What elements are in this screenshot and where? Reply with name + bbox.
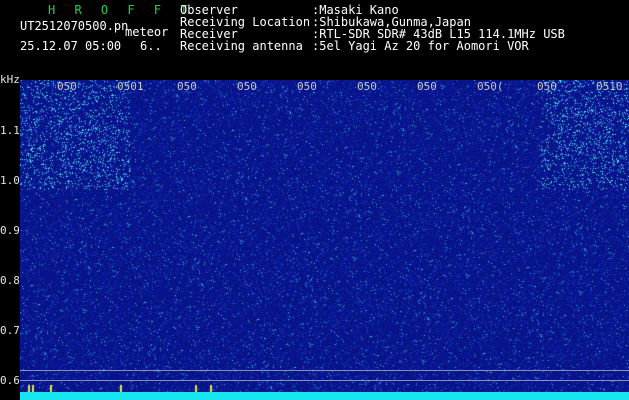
mode-label: meteor [125, 25, 169, 39]
time-tick-label: 050 [57, 80, 77, 93]
time-tick-label: 050 [357, 80, 377, 93]
y-tick-label: 1.0 [0, 174, 20, 187]
date-time: 25.12.07 05:00 [20, 39, 122, 53]
y-tick-label: 0.7 [0, 324, 20, 337]
time-tick-label: 050( [477, 80, 504, 93]
time-tick-label: 0501 [117, 80, 144, 93]
y-tick-label: 0.6 [0, 374, 20, 387]
time-tick-label: 0510 [596, 80, 623, 93]
y-tick-label: 0.9 [0, 224, 20, 237]
time-tick-label: 050 [177, 80, 197, 93]
file-name: UT2512070500.pn [20, 19, 129, 33]
antenna-value: :5el Yagi Az 20 for Aomori VOR [312, 39, 529, 53]
reference-line-upper [20, 370, 629, 371]
y-tick-label: 1.1 [0, 124, 20, 137]
time-tick-label: 050 [237, 80, 257, 93]
antenna-label: Receiving antenna [180, 39, 303, 53]
y-axis-unit: kHz [0, 73, 20, 86]
spectrogram-waterfall [20, 80, 629, 400]
time-tick-label: 050 [537, 80, 557, 93]
time-tick-label: 050 [297, 80, 317, 93]
time-tick-label: 050 [417, 80, 437, 93]
app-brand: H R O F F T [48, 3, 194, 17]
reference-line-lower [20, 380, 629, 381]
count-value: 6.. [140, 39, 162, 53]
y-tick-label: 0.8 [0, 274, 20, 287]
signal-baseline-band [20, 392, 629, 400]
